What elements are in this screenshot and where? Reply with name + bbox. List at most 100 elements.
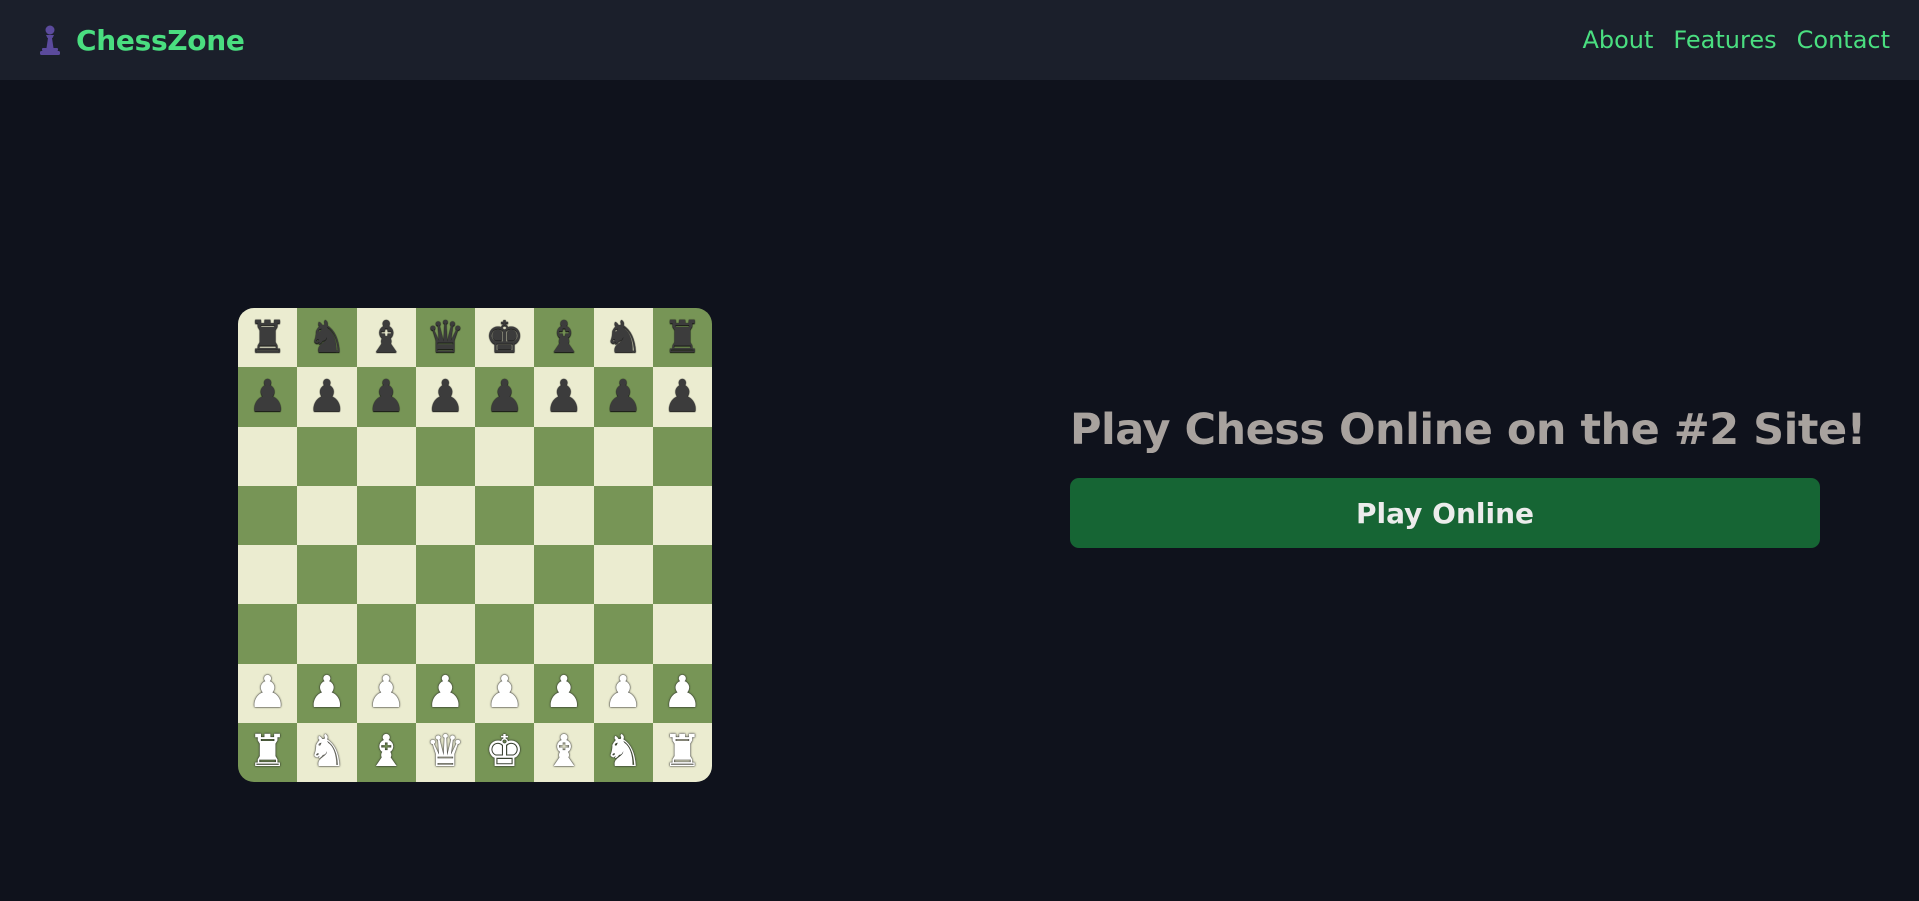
square-b8[interactable]: ♞ xyxy=(297,308,357,368)
square-b7[interactable]: ♟ xyxy=(297,367,357,427)
square-f2[interactable]: ♟ xyxy=(534,663,594,723)
square-h8[interactable]: ♜ xyxy=(652,308,712,368)
square-h7[interactable]: ♟ xyxy=(652,367,712,427)
nav-link-about[interactable]: About xyxy=(1582,26,1653,54)
square-d7[interactable]: ♟ xyxy=(415,367,475,427)
square-c4[interactable] xyxy=(356,545,416,605)
black-knight-icon[interactable]: ♞ xyxy=(603,315,642,360)
white-pawn-icon[interactable]: ♟ xyxy=(366,671,405,715)
chess-board[interactable]: ♜ ♞ ♝ ♛ ♚ ♝ ♞ ♜ ♟ ♟ ♟ ♟ ♟ ♟ ♟ ♟ ♟ ♟ ♟ ♟ ♟ ♟ ♟ ♟ ♜ ♞ ♝ ♛ ♚ ♝ ♞ ♜ xyxy=(238,308,712,782)
square-b3[interactable] xyxy=(297,604,357,664)
square-c8[interactable]: ♝ xyxy=(356,308,416,368)
black-pawn-icon[interactable]: ♟ xyxy=(544,374,583,419)
black-pawn-icon[interactable]: ♟ xyxy=(663,374,702,419)
square-c2[interactable]: ♟ xyxy=(356,663,416,723)
square-c6[interactable] xyxy=(356,426,416,486)
square-e8[interactable]: ♚ xyxy=(475,308,535,368)
square-b4[interactable] xyxy=(297,545,357,605)
square-h6[interactable] xyxy=(652,426,712,486)
square-d2[interactable]: ♟ xyxy=(415,663,475,723)
white-bishop-icon[interactable]: ♝ xyxy=(544,730,583,774)
square-g3[interactable] xyxy=(593,604,653,664)
square-a7[interactable]: ♟ xyxy=(238,367,298,427)
square-e3[interactable] xyxy=(475,604,535,664)
black-pawn-icon[interactable]: ♟ xyxy=(426,374,465,419)
white-pawn-icon[interactable]: ♟ xyxy=(544,671,583,715)
square-c7[interactable]: ♟ xyxy=(356,367,416,427)
play-online-button[interactable]: Play Online xyxy=(1070,478,1820,548)
white-knight-icon[interactable]: ♞ xyxy=(307,730,346,774)
square-h2[interactable]: ♟ xyxy=(652,663,712,723)
square-a3[interactable] xyxy=(238,604,298,664)
nav-link-contact[interactable]: Contact xyxy=(1797,26,1890,54)
white-bishop-icon[interactable]: ♝ xyxy=(366,730,405,774)
square-e2[interactable]: ♟ xyxy=(475,663,535,723)
black-pawn-icon[interactable]: ♟ xyxy=(603,374,642,419)
square-e4[interactable] xyxy=(475,545,535,605)
black-pawn-icon[interactable]: ♟ xyxy=(485,374,524,419)
square-f4[interactable] xyxy=(534,545,594,605)
square-c5[interactable] xyxy=(356,485,416,545)
square-e6[interactable] xyxy=(475,426,535,486)
square-b1[interactable]: ♞ xyxy=(297,722,357,782)
square-g2[interactable]: ♟ xyxy=(593,663,653,723)
square-f8[interactable]: ♝ xyxy=(534,308,594,368)
square-a5[interactable] xyxy=(238,485,298,545)
square-a4[interactable] xyxy=(238,545,298,605)
white-rook-icon[interactable]: ♜ xyxy=(663,730,702,774)
square-b6[interactable] xyxy=(297,426,357,486)
square-g1[interactable]: ♞ xyxy=(593,722,653,782)
square-h3[interactable] xyxy=(652,604,712,664)
square-c3[interactable] xyxy=(356,604,416,664)
white-pawn-icon[interactable]: ♟ xyxy=(426,671,465,715)
square-a1[interactable]: ♜ xyxy=(238,722,298,782)
square-d5[interactable] xyxy=(415,485,475,545)
square-h1[interactable]: ♜ xyxy=(652,722,712,782)
square-b5[interactable] xyxy=(297,485,357,545)
white-pawn-icon[interactable]: ♟ xyxy=(603,671,642,715)
square-g7[interactable]: ♟ xyxy=(593,367,653,427)
white-knight-icon[interactable]: ♞ xyxy=(603,730,642,774)
square-e5[interactable] xyxy=(475,485,535,545)
white-pawn-icon[interactable]: ♟ xyxy=(307,671,346,715)
square-g6[interactable] xyxy=(593,426,653,486)
black-rook-icon[interactable]: ♜ xyxy=(248,315,287,360)
black-knight-icon[interactable]: ♞ xyxy=(307,315,346,360)
square-c1[interactable]: ♝ xyxy=(356,722,416,782)
white-pawn-icon[interactable]: ♟ xyxy=(485,671,524,715)
black-rook-icon[interactable]: ♜ xyxy=(663,315,702,360)
black-pawn-icon[interactable]: ♟ xyxy=(248,374,287,419)
square-e1[interactable]: ♚ xyxy=(475,722,535,782)
square-g8[interactable]: ♞ xyxy=(593,308,653,368)
black-pawn-icon[interactable]: ♟ xyxy=(307,374,346,419)
square-f6[interactable] xyxy=(534,426,594,486)
white-pawn-icon[interactable]: ♟ xyxy=(248,671,287,715)
white-king-icon[interactable]: ♚ xyxy=(485,730,524,774)
square-d1[interactable]: ♛ xyxy=(415,722,475,782)
white-queen-icon[interactable]: ♛ xyxy=(426,730,465,774)
square-d3[interactable] xyxy=(415,604,475,664)
square-a6[interactable] xyxy=(238,426,298,486)
square-f5[interactable] xyxy=(534,485,594,545)
black-king-icon[interactable]: ♚ xyxy=(485,315,524,360)
square-g4[interactable] xyxy=(593,545,653,605)
square-f7[interactable]: ♟ xyxy=(534,367,594,427)
brand[interactable]: ChessZone xyxy=(38,24,245,57)
square-h4[interactable] xyxy=(652,545,712,605)
square-d8[interactable]: ♛ xyxy=(415,308,475,368)
black-pawn-icon[interactable]: ♟ xyxy=(366,374,405,419)
white-pawn-icon[interactable]: ♟ xyxy=(663,671,702,715)
square-h5[interactable] xyxy=(652,485,712,545)
black-bishop-icon[interactable]: ♝ xyxy=(544,315,583,360)
square-d6[interactable] xyxy=(415,426,475,486)
black-bishop-icon[interactable]: ♝ xyxy=(366,315,405,360)
square-f1[interactable]: ♝ xyxy=(534,722,594,782)
square-b2[interactable]: ♟ xyxy=(297,663,357,723)
square-f3[interactable] xyxy=(534,604,594,664)
square-g5[interactable] xyxy=(593,485,653,545)
square-d4[interactable] xyxy=(415,545,475,605)
square-e7[interactable]: ♟ xyxy=(475,367,535,427)
white-rook-icon[interactable]: ♜ xyxy=(248,730,287,774)
square-a2[interactable]: ♟ xyxy=(238,663,298,723)
nav-link-features[interactable]: Features xyxy=(1673,26,1776,54)
